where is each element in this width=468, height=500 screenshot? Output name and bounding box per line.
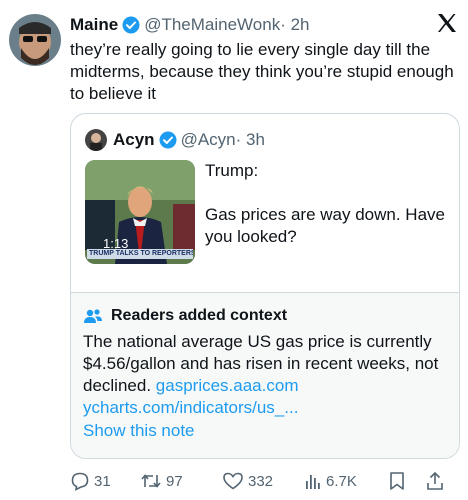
share-button[interactable] [426, 471, 448, 491]
tweet-header: Maine @TheMaineWonk · 2h [70, 14, 458, 36]
community-note-body: The national average US gas price is cur… [83, 331, 449, 419]
author-name[interactable]: Maine [70, 15, 118, 35]
reply-icon [71, 472, 89, 491]
quote-text: Trump: Gas prices are way down. Have you… [205, 160, 445, 248]
video-thumbnail[interactable]: 1:13 TRUMP TALKS TO REPORTERS [85, 160, 195, 264]
community-note-title: Readers added context [111, 307, 288, 324]
tweet-text: they’re really going to lie every single… [70, 40, 454, 103]
retweet-icon [141, 474, 161, 488]
video-chyron: TRUMP TALKS TO REPORTERS [87, 249, 193, 259]
quoted-tweet[interactable]: Acyn @Acyn · 3h 1:13 TRUMP TALKS TO REPO… [70, 113, 460, 459]
show-note-link[interactable]: Show this note [83, 421, 195, 441]
people-icon [83, 308, 103, 324]
tweet-time[interactable]: · 2h [280, 15, 309, 35]
retweet-count: 97 [166, 472, 183, 490]
bookmark-button[interactable] [388, 471, 426, 491]
x-logo-icon [436, 12, 458, 34]
quote-time[interactable]: · 3h [236, 130, 265, 150]
quote-header: Acyn @Acyn · 3h [85, 128, 265, 152]
quote-author-avatar[interactable] [85, 129, 107, 151]
note-link-aaa[interactable]: gasprices.aaa.com [156, 376, 299, 395]
like-button[interactable]: 332 [222, 471, 304, 491]
author-handle[interactable]: @TheMaineWonk [144, 15, 280, 35]
heart-icon [223, 472, 243, 490]
reply-count: 31 [94, 472, 111, 490]
verified-badge-icon [159, 131, 177, 149]
views-count: 6.7K [326, 472, 357, 490]
share-icon [427, 471, 443, 490]
community-note: Readers added context The national avera… [71, 292, 459, 458]
quote-author-name[interactable]: Acyn [113, 130, 155, 150]
quote-text-line2: Gas prices are way down. Have you looked… [205, 205, 445, 246]
views-chart-icon [306, 475, 320, 489]
bookmark-icon [390, 472, 404, 490]
tweet-actions: 31 97 332 6.7K [70, 470, 458, 492]
reply-button[interactable]: 31 [70, 471, 140, 491]
like-count: 332 [248, 472, 274, 490]
quote-author-handle[interactable]: @Acyn [181, 130, 236, 150]
community-note-heading: Readers added context [83, 307, 287, 325]
verified-badge-icon [122, 16, 140, 34]
retweet-button[interactable]: 97 [140, 471, 222, 491]
author-avatar[interactable] [9, 14, 61, 66]
note-link-ycharts[interactable]: ycharts.com/indicators/us_... [83, 398, 298, 417]
quote-text-line1: Trump: [205, 161, 259, 180]
views-button[interactable]: 6.7K [304, 471, 388, 491]
